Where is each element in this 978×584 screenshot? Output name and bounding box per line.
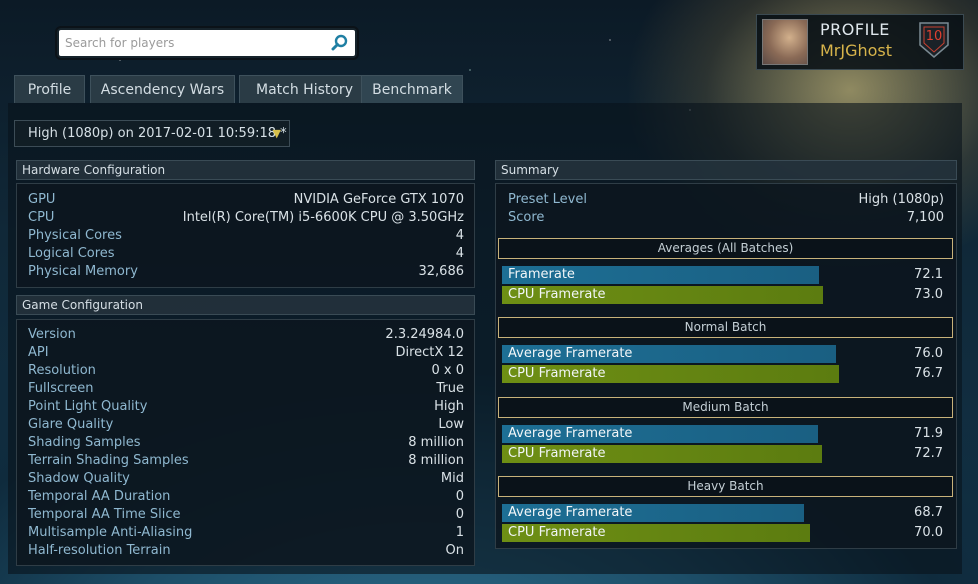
game-value: 1: [455, 525, 464, 540]
search-input[interactable]: [65, 34, 327, 52]
batch-header: Heavy Batch: [498, 476, 953, 497]
framerate-bar: CPU Framerate: [502, 286, 823, 304]
dropdown-arrow-icon[interactable]: ▼: [273, 121, 281, 146]
profile-card[interactable]: PROFILE MrJGhost 10: [756, 14, 964, 70]
framerate-value: 70.0: [914, 525, 943, 540]
framerate-bar: CPU Framerate: [502, 524, 810, 542]
framerate-bar: CPU Framerate: [502, 365, 839, 383]
game-value: 0: [455, 489, 464, 504]
hardware-row: Physical Memory 32,686: [28, 263, 464, 281]
game-key: API: [28, 345, 49, 360]
game-value: True: [436, 381, 464, 396]
game-value: Mid: [440, 471, 464, 486]
hardware-value: Intel(R) Core(TM) i5-6600K CPU @ 3.50GHz: [182, 210, 464, 225]
hardware-key: Physical Memory: [28, 264, 138, 279]
tab-match-history[interactable]: Match History: [239, 75, 370, 103]
summary-value: High (1080p): [858, 192, 945, 207]
tab-profile[interactable]: Profile: [14, 75, 85, 103]
game-value: 8 million: [408, 435, 464, 450]
level-badge: 10: [917, 21, 951, 59]
batch-header: Averages (All Batches): [498, 238, 953, 259]
game-value: On: [445, 543, 464, 558]
tab-benchmark[interactable]: Benchmark: [361, 75, 463, 103]
batch-header: Normal Batch: [498, 317, 953, 338]
hardware-value: 4: [455, 246, 464, 261]
game-row: Half-resolution Terrain On: [28, 542, 464, 560]
game-key: Version: [28, 327, 76, 342]
game-row: Resolution 0 x 0: [28, 362, 464, 380]
game-key: Glare Quality: [28, 417, 114, 432]
hardware-row: Physical Cores 4: [28, 227, 464, 245]
hardware-key: Physical Cores: [28, 228, 122, 243]
game-value: High: [434, 399, 464, 414]
game-key: Multisample Anti-Aliasing: [28, 525, 193, 540]
hardware-row: Logical Cores 4: [28, 245, 464, 263]
framerate-value: 72.7: [914, 446, 943, 461]
hardware-value: 4: [455, 228, 464, 243]
game-key: Temporal AA Time Slice: [28, 507, 181, 522]
hardware-value: 32,686: [418, 264, 465, 279]
hardware-key: GPU: [28, 192, 56, 207]
avatar[interactable]: [762, 19, 808, 65]
framerate-value: 68.7: [914, 505, 943, 520]
hardware-key: Logical Cores: [28, 246, 115, 261]
game-row: Terrain Shading Samples 8 million: [28, 452, 464, 470]
game-config-header: Game Configuration: [16, 295, 475, 315]
game-key: Resolution: [28, 363, 96, 378]
summary-key: Preset Level: [508, 192, 587, 207]
player-search[interactable]: [57, 28, 357, 58]
profile-name[interactable]: MrJGhost: [820, 41, 892, 60]
level-number: 10: [925, 29, 943, 44]
summary-row: Score 7,100: [508, 209, 944, 227]
game-value: 8 million: [408, 453, 464, 468]
game-value: 2.3.24984.0: [385, 327, 464, 342]
batch-header: Medium Batch: [498, 397, 953, 418]
framerate-bar: Framerate: [502, 266, 819, 284]
game-key: Point Light Quality: [28, 399, 148, 414]
game-row: Fullscreen True: [28, 380, 464, 398]
game-value: 0: [455, 507, 464, 522]
framerate-value: 73.0: [914, 287, 943, 302]
game-key: Temporal AA Duration: [28, 489, 171, 504]
framerate-value: 76.7: [914, 366, 943, 381]
game-value: Low: [438, 417, 464, 432]
game-row: Point Light Quality High: [28, 398, 464, 416]
game-row: Temporal AA Duration 0: [28, 488, 464, 506]
framerate-value: 72.1: [914, 267, 943, 282]
framerate-value: 76.0: [914, 346, 943, 361]
summary-header: Summary: [495, 160, 957, 180]
hardware-value: NVIDIA GeForce GTX 1070: [293, 192, 464, 207]
game-row: Shading Samples 8 million: [28, 434, 464, 452]
framerate-bar: Average Framerate: [502, 345, 836, 363]
hardware-row: GPU NVIDIA GeForce GTX 1070: [28, 191, 464, 209]
tab-ascendency-wars[interactable]: Ascendency Wars: [90, 75, 235, 103]
framerate-bar: Average Framerate: [502, 425, 818, 443]
hardware-config-header: Hardware Configuration: [16, 160, 475, 180]
game-key: Fullscreen: [28, 381, 94, 396]
game-key: Terrain Shading Samples: [28, 453, 189, 468]
run-selector-value: High (1080p) on 2017-02-01 10:59:18 *: [28, 126, 287, 141]
game-row: API DirectX 12: [28, 344, 464, 362]
summary-row: Preset Level High (1080p): [508, 191, 944, 209]
game-key: Shading Samples: [28, 435, 141, 450]
game-value: DirectX 12: [395, 345, 464, 360]
hardware-key: CPU: [28, 210, 55, 225]
framerate-value: 71.9: [914, 426, 943, 441]
summary-value: 7,100: [906, 210, 944, 225]
game-row: Multisample Anti-Aliasing 1: [28, 524, 464, 542]
hardware-row: CPU Intel(R) Core(TM) i5-6600K CPU @ 3.50…: [28, 209, 464, 227]
game-value: 0 x 0: [431, 363, 465, 378]
summary-key: Score: [508, 210, 545, 225]
framerate-bar: Average Framerate: [502, 504, 804, 522]
game-row: Glare Quality Low: [28, 416, 464, 434]
search-icon[interactable]: [331, 34, 349, 52]
game-key: Shadow Quality: [28, 471, 130, 486]
game-key: Half-resolution Terrain: [28, 543, 171, 558]
game-row: Temporal AA Time Slice 0: [28, 506, 464, 524]
framerate-bar: CPU Framerate: [502, 445, 822, 463]
profile-label: PROFILE: [820, 20, 890, 39]
game-row: Version 2.3.24984.0: [28, 326, 464, 344]
game-row: Shadow Quality Mid: [28, 470, 464, 488]
run-selector[interactable]: High (1080p) on 2017-02-01 10:59:18 * ▼: [14, 120, 290, 147]
